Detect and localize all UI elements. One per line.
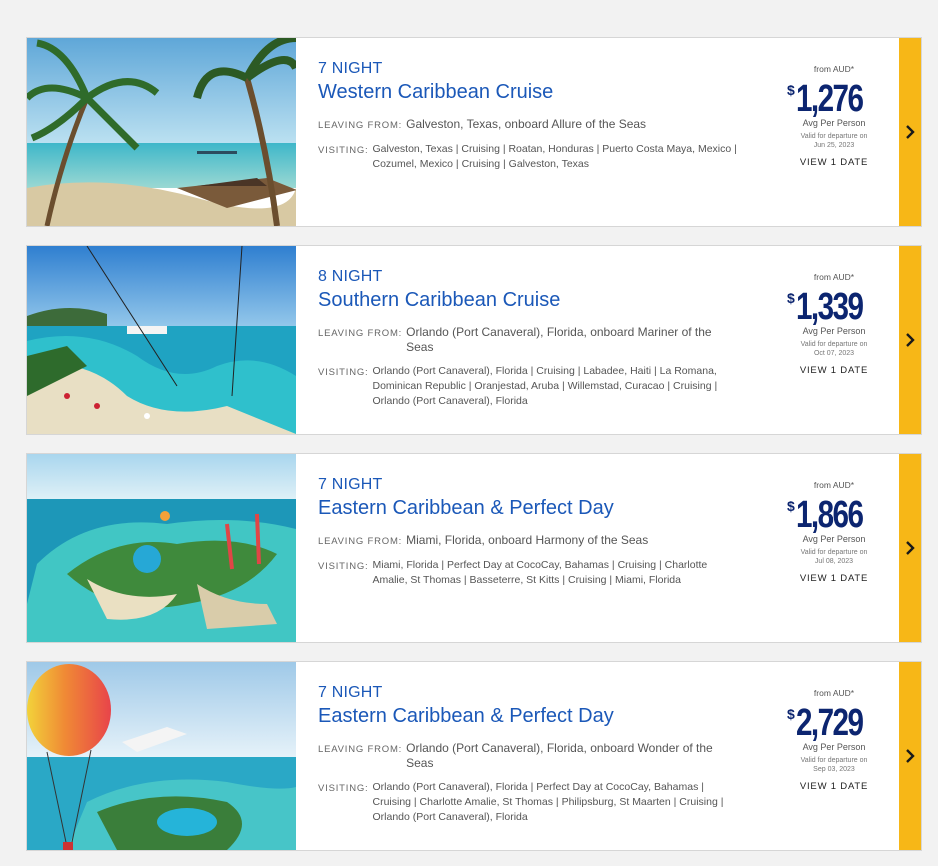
departure-date: Jun 25, 2023 <box>813 142 855 149</box>
chevron-right-icon <box>906 541 915 555</box>
valid-departure-text: Valid for departure on Sep 03, 2023 <box>769 756 899 774</box>
leaving-from-value: Galveston, Texas, onboard Allure of the … <box>406 117 647 131</box>
cruise-card[interactable]: 7 NIGHT Western Caribbean Cruise LEAVING… <box>26 37 922 227</box>
visiting-label: VISITING: <box>318 145 369 156</box>
valid-departure-text: Valid for departure on Oct 07, 2023 <box>769 340 899 358</box>
visiting-row: VISITING: Orlando (Port Canaveral), Flor… <box>318 364 738 409</box>
visiting-ports: Orlando (Port Canaveral), Florida | Perf… <box>372 781 724 823</box>
departure-date: Oct 07, 2023 <box>813 350 855 357</box>
price-amount: $ 1,866 <box>787 496 881 534</box>
visiting-label: VISITING: <box>318 561 369 572</box>
from-currency-label: from AUD* <box>813 688 855 698</box>
visiting-label: VISITING: <box>318 783 369 794</box>
price-amount: $ 1,339 <box>787 288 881 326</box>
currency-symbol: $ <box>787 82 795 98</box>
from-currency-label: from AUD* <box>813 64 855 74</box>
leaving-from-row: LEAVING FROM: Orlando (Port Canaveral), … <box>318 741 738 771</box>
view-cruise-button[interactable] <box>899 454 921 642</box>
leaving-from-label: LEAVING FROM: <box>318 744 403 755</box>
chevron-right-icon <box>906 125 915 139</box>
leaving-from-value: Orlando (Port Canaveral), Florida, onboa… <box>406 325 712 354</box>
chevron-right-icon <box>906 749 915 763</box>
currency-symbol: $ <box>787 706 795 722</box>
from-currency-label: from AUD* <box>813 480 855 490</box>
price-value: 2,729 <box>795 702 864 744</box>
valid-departure-label: Valid for departure on <box>800 341 868 348</box>
view-cruise-button[interactable] <box>899 246 921 434</box>
cruise-photo-zipline-beach[interactable] <box>27 246 296 434</box>
nights-label: 8 NIGHT <box>318 268 383 285</box>
price-panel: from AUD* $ 1,339 Avg Per Person Valid f… <box>769 246 899 434</box>
cruise-info: 7 NIGHT Eastern Caribbean & Perfect Day … <box>296 454 769 642</box>
price-value: 1,339 <box>795 286 864 328</box>
cruise-photo-hot-air-balloon[interactable] <box>27 662 296 850</box>
leaving-from-row: LEAVING FROM: Miami, Florida, onboard Ha… <box>318 533 738 549</box>
cruise-card[interactable]: 7 NIGHT Eastern Caribbean & Perfect Day … <box>26 453 922 643</box>
visiting-row: VISITING: Galveston, Texas | Cruising | … <box>318 142 738 172</box>
cruise-info: 8 NIGHT Southern Caribbean Cruise LEAVIN… <box>296 246 769 434</box>
valid-departure-text: Valid for departure on Jul 08, 2023 <box>769 548 899 566</box>
departure-date: Jul 08, 2023 <box>814 558 854 565</box>
valid-departure-label: Valid for departure on <box>800 133 868 140</box>
departure-date: Sep 03, 2023 <box>813 766 855 773</box>
price-panel: from AUD* $ 1,866 Avg Per Person Valid f… <box>769 454 899 642</box>
view-dates-link[interactable]: VIEW 1 DATE <box>769 157 899 168</box>
price-amount: $ 1,276 <box>787 80 881 118</box>
cruise-photo-palm-beach[interactable] <box>27 38 296 226</box>
price-panel: from AUD* $ 2,729 Avg Per Person Valid f… <box>769 662 899 850</box>
currency-symbol: $ <box>787 498 795 514</box>
view-dates-link[interactable]: VIEW 1 DATE <box>769 573 899 584</box>
valid-departure-label: Valid for departure on <box>800 549 868 556</box>
view-dates-link[interactable]: VIEW 1 DATE <box>769 781 899 792</box>
price-value: 1,276 <box>795 78 864 120</box>
cruise-title-link[interactable]: Western Caribbean Cruise <box>318 79 769 105</box>
leaving-from-value: Miami, Florida, onboard Harmony of the S… <box>406 533 649 547</box>
visiting-label: VISITING: <box>318 367 369 378</box>
leaving-from-value: Orlando (Port Canaveral), Florida, onboa… <box>406 741 713 770</box>
cruise-title-link[interactable]: Eastern Caribbean & Perfect Day <box>318 495 769 521</box>
price-amount: $ 2,729 <box>787 704 881 742</box>
cruise-title-link[interactable]: Southern Caribbean Cruise <box>318 287 769 313</box>
leaving-from-label: LEAVING FROM: <box>318 328 403 339</box>
cruise-info: 7 NIGHT Eastern Caribbean & Perfect Day … <box>296 662 769 850</box>
visiting-row: VISITING: Miami, Florida | Perfect Day a… <box>318 558 738 588</box>
view-dates-link[interactable]: VIEW 1 DATE <box>769 365 899 376</box>
nights-label: 7 NIGHT <box>318 684 383 701</box>
leaving-from-label: LEAVING FROM: <box>318 120 403 131</box>
visiting-ports: Galveston, Texas | Cruising | Roatan, Ho… <box>372 143 737 170</box>
valid-departure-label: Valid for departure on <box>800 757 868 764</box>
leaving-from-row: LEAVING FROM: Orlando (Port Canaveral), … <box>318 325 738 355</box>
cruise-info: 7 NIGHT Western Caribbean Cruise LEAVING… <box>296 38 769 226</box>
cruise-card[interactable]: 7 NIGHT Eastern Caribbean & Perfect Day … <box>26 661 922 851</box>
leaving-from-label: LEAVING FROM: <box>318 536 403 547</box>
valid-departure-text: Valid for departure on Jun 25, 2023 <box>769 132 899 150</box>
chevron-right-icon <box>906 333 915 347</box>
visiting-ports: Miami, Florida | Perfect Day at CocoCay,… <box>372 559 708 586</box>
visiting-row: VISITING: Orlando (Port Canaveral), Flor… <box>318 780 738 825</box>
cruise-card[interactable]: 8 NIGHT Southern Caribbean Cruise LEAVIN… <box>26 245 922 435</box>
leaving-from-row: LEAVING FROM: Galveston, Texas, onboard … <box>318 117 738 133</box>
cruise-photo-private-island[interactable] <box>27 454 296 642</box>
visiting-ports: Orlando (Port Canaveral), Florida | Crui… <box>372 365 718 407</box>
currency-symbol: $ <box>787 290 795 306</box>
cruise-title-link[interactable]: Eastern Caribbean & Perfect Day <box>318 703 769 729</box>
price-value: 1,866 <box>795 494 864 536</box>
price-panel: from AUD* $ 1,276 Avg Per Person Valid f… <box>769 38 899 226</box>
view-cruise-button[interactable] <box>899 662 921 850</box>
nights-label: 7 NIGHT <box>318 476 383 493</box>
nights-label: 7 NIGHT <box>318 60 383 77</box>
view-cruise-button[interactable] <box>899 38 921 226</box>
from-currency-label: from AUD* <box>813 272 855 282</box>
